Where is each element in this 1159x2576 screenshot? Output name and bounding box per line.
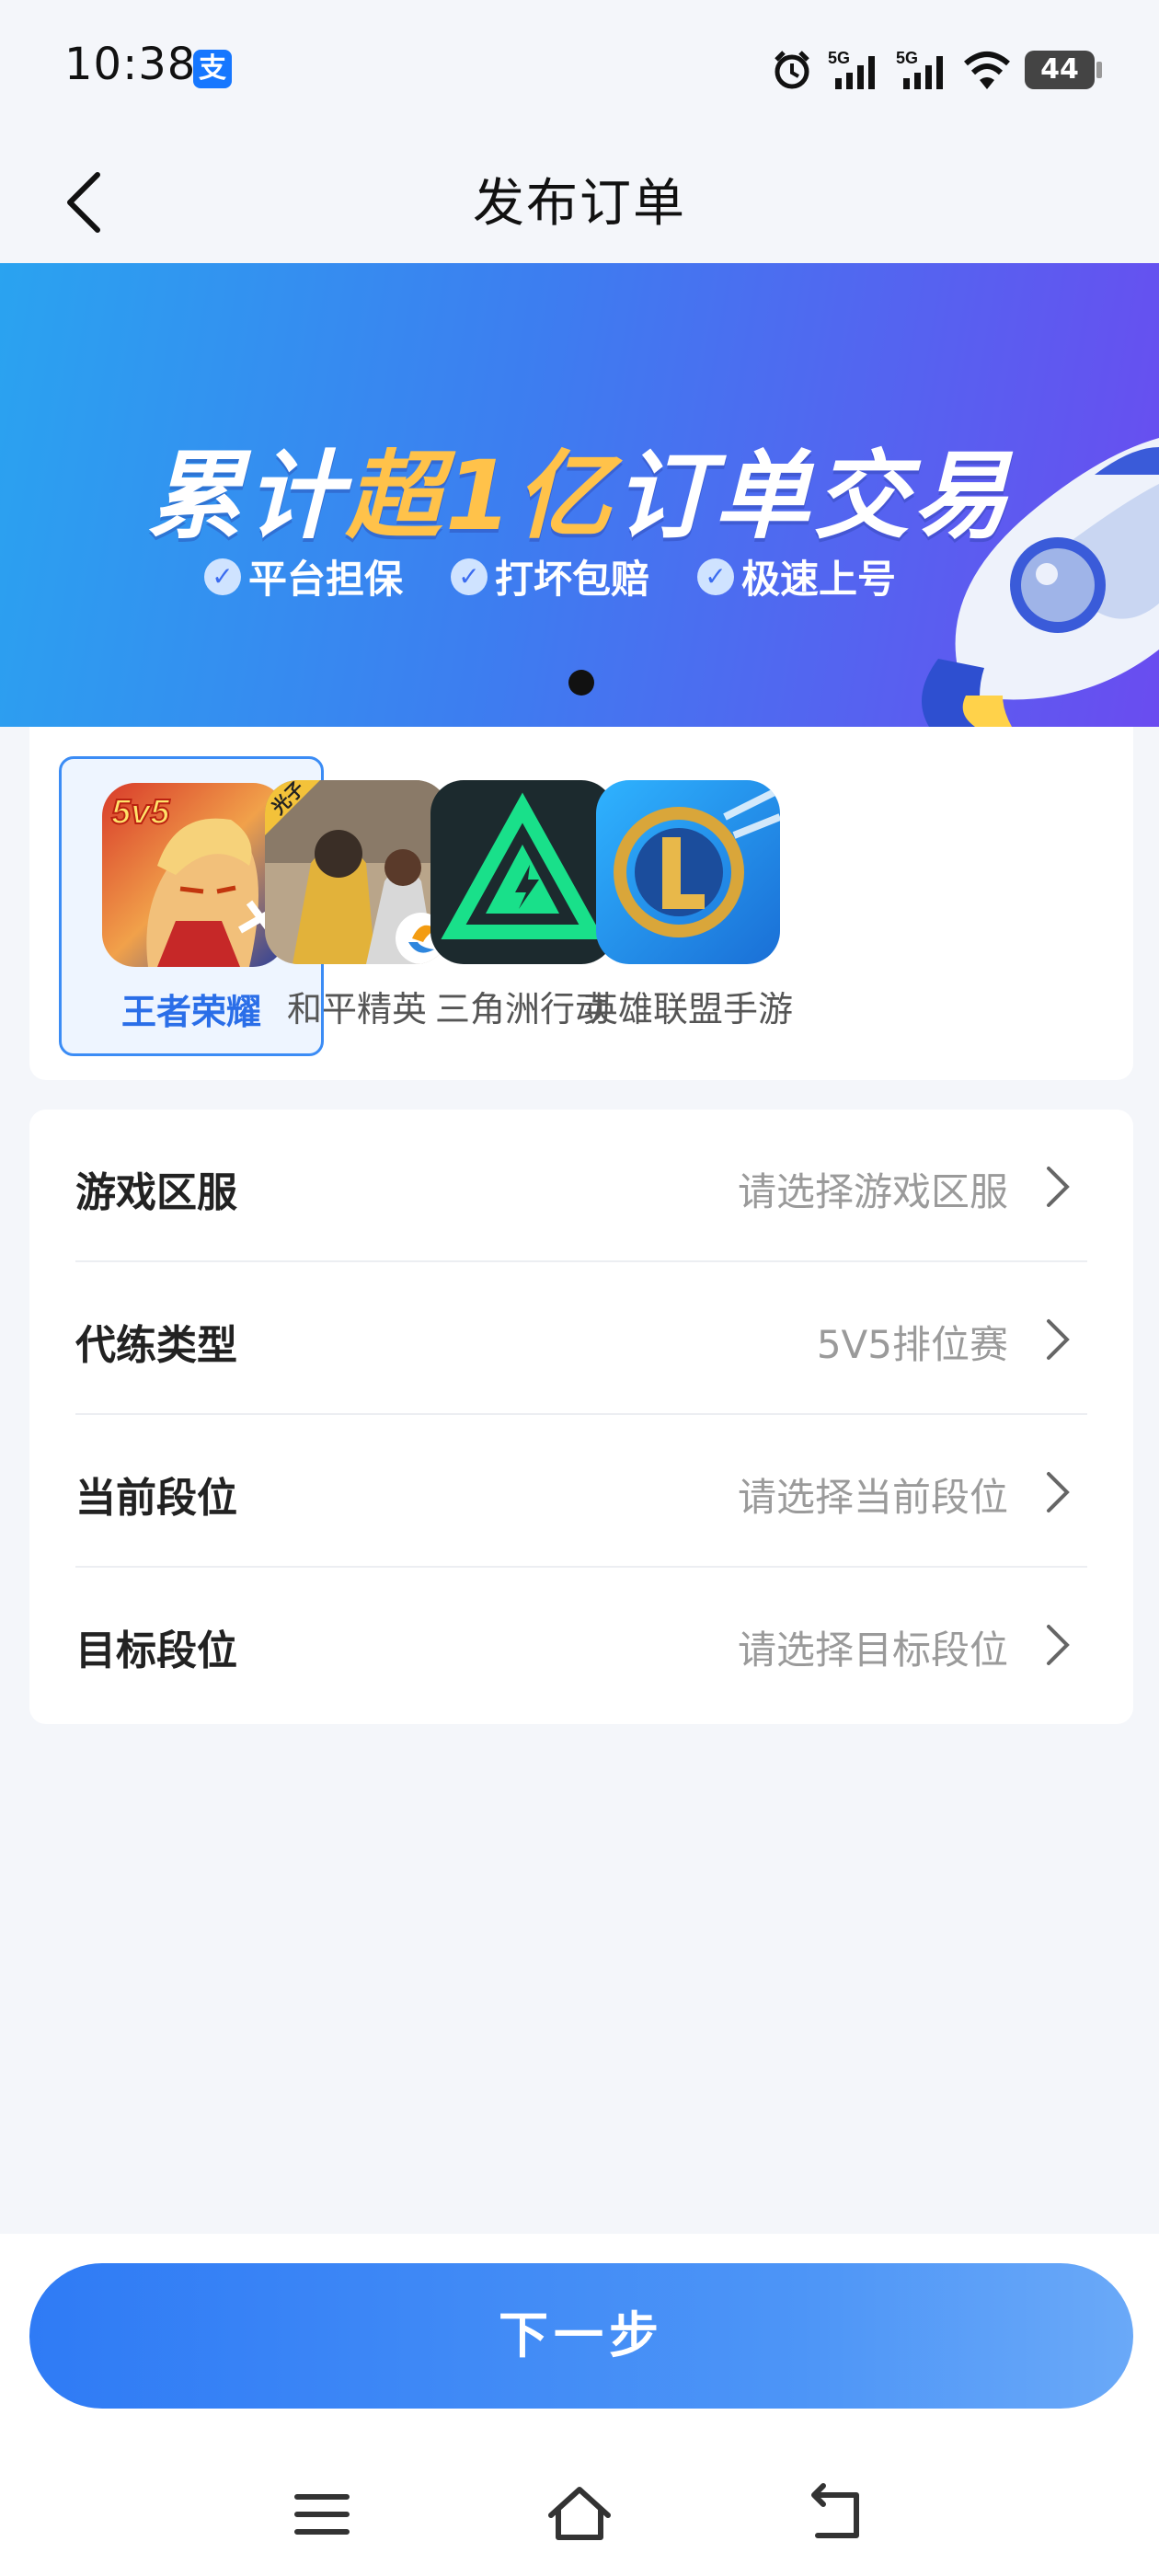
form-label: 当前段位 [75,1475,237,1522]
promo-banner[interactable]: 累计超1亿订单交易 ✓ 平台担保 ✓ 打坏包赔 ✓ 极速上号 [0,263,1159,727]
alipay-notification-icon: 支 [193,50,232,88]
form-value-placeholder: 请选择目标段位 [737,1627,1008,1673]
status-bar: 10:38 支 5G 5G 44 [0,0,1159,138]
check-icon: ✓ [204,558,241,595]
form-label: 代练类型 [75,1322,237,1369]
chevron-right-icon [1047,1319,1070,1360]
order-form: 游戏区服 请选择游戏区服 代练类型 5V5排位赛 当前段位 请选择当前段位 目标… [29,1110,1133,1724]
form-value-placeholder: 请选择当前段位 [737,1475,1008,1520]
chevron-right-icon [1047,1167,1070,1207]
form-value: 5V5排位赛 [816,1322,1008,1367]
feature-label: 极速上号 [741,557,897,602]
form-value-placeholder: 请选择游戏区服 [737,1169,1008,1214]
wifi-icon [964,52,1010,89]
banner-headline: 累计超1亿订单交易 [147,418,1012,557]
game-label: 英雄联盟手游 [582,989,793,1029]
bottom-action-area: 下一步 [0,2234,1159,2576]
form-row-target-rank[interactable]: 目标段位 请选择目标段位 [75,1568,1087,1720]
game-badge: 5v5 [111,793,170,832]
league-of-legends-mobile-icon [596,780,780,964]
form-label: 目标段位 [75,1627,237,1674]
chevron-right-icon [1047,1625,1070,1665]
check-icon: ✓ [451,558,488,595]
nav-bar: 发布订单 [0,138,1159,263]
battery-indicator: 44 [1025,51,1102,89]
banner-page-indicator [568,670,594,696]
signal-1-label: 5G [828,49,850,67]
banner-headline-highlight: 超1亿 [346,440,615,552]
signal-5g-icon: 5G [828,49,875,89]
system-navigation-bar [0,2464,1159,2565]
chevron-right-icon [1047,1472,1070,1512]
feature-item: ✓ 平台担保 [204,548,403,604]
check-icon: ✓ [697,558,735,595]
signal-2-label: 5G [896,49,918,67]
form-row-boost-type[interactable]: 代练类型 5V5排位赛 [75,1262,1087,1415]
game-selector: 5v5 王者荣耀 光子 和平精英 三角洲行动 英雄联盟手游 [29,727,1133,1080]
menu-icon[interactable] [281,2473,363,2556]
signal-5g-icon-2: 5G [896,49,943,89]
game-item-league-of-legends[interactable]: 英雄联盟手游 [556,756,820,1056]
back-nav-icon[interactable] [796,2473,878,2556]
feature-label: 打坏包赔 [495,557,650,602]
banner-headline-part1: 累计 [147,440,347,552]
status-indicators: 5G 5G 44 [771,44,1102,96]
rocket-illustration [922,438,1159,727]
page-title: 发布订单 [473,174,686,234]
feature-label: 平台担保 [248,557,404,602]
form-row-server[interactable]: 游戏区服 请选择游戏区服 [75,1110,1087,1262]
form-row-current-rank[interactable]: 当前段位 请选择当前段位 [75,1415,1087,1568]
next-step-button[interactable]: 下一步 [29,2263,1133,2409]
home-icon[interactable] [538,2473,621,2556]
feature-item: ✓ 极速上号 [697,548,896,604]
alarm-icon [775,51,809,89]
status-time: 10:38 [64,39,197,90]
feature-item: ✓ 打坏包赔 [451,548,649,604]
form-label: 游戏区服 [75,1169,237,1216]
banner-features: ✓ 平台担保 ✓ 打坏包赔 ✓ 极速上号 [204,548,896,604]
